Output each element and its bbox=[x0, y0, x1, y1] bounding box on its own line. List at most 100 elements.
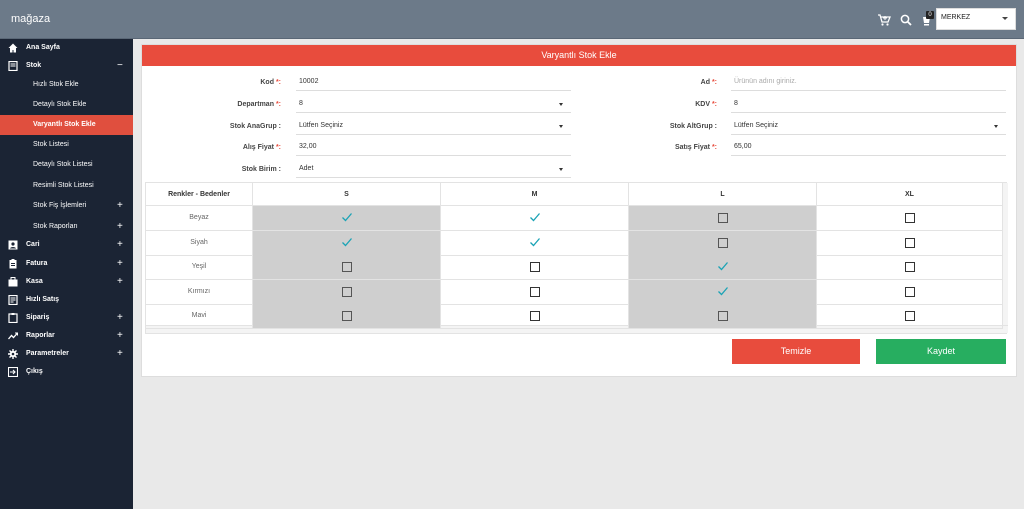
sidebar-item-quick-sale[interactable]: Hızlı Satış bbox=[0, 291, 133, 309]
anagrup-select[interactable]: Lütfen Seçiniz bbox=[296, 118, 571, 135]
variant-cell[interactable] bbox=[253, 279, 441, 305]
quick-sale-icon bbox=[8, 295, 18, 305]
kdv-input[interactable]: 8 bbox=[731, 96, 1006, 113]
variant-checkbox[interactable] bbox=[718, 237, 728, 248]
cart-icon[interactable] bbox=[877, 13, 891, 27]
collapse-icon[interactable]: − bbox=[117, 60, 123, 71]
variant-cell[interactable] bbox=[817, 279, 1003, 305]
expand-icon[interactable]: + bbox=[117, 221, 123, 232]
variant-checkbox[interactable] bbox=[342, 262, 352, 272]
sidebar-item-logout[interactable]: Çıkış bbox=[0, 363, 133, 381]
sidebar-item-order[interactable]: Sipariş + bbox=[0, 309, 133, 327]
expand-icon[interactable]: + bbox=[117, 312, 123, 323]
variant-cell[interactable] bbox=[441, 206, 629, 231]
variant-checkbox[interactable] bbox=[905, 311, 915, 321]
save-button[interactable]: Kaydet bbox=[876, 339, 1006, 364]
variant-cell[interactable] bbox=[817, 230, 1003, 256]
variant-checkbox[interactable] bbox=[905, 262, 915, 272]
alis-fiyat-input[interactable]: 32,00 bbox=[296, 139, 571, 156]
variant-cell[interactable] bbox=[253, 230, 441, 256]
clear-button[interactable]: Temizle bbox=[732, 339, 860, 364]
variant-checkbox[interactable] bbox=[718, 213, 728, 223]
sidebar-subitem-stock-reports[interactable]: Stok Raporları + bbox=[0, 217, 133, 237]
altgrup-label: Stok AltGrup : bbox=[669, 123, 717, 130]
cash-icon bbox=[8, 277, 18, 287]
variant-cell[interactable] bbox=[629, 304, 817, 329]
report-icon bbox=[8, 332, 18, 340]
size-header-l: L bbox=[629, 183, 817, 206]
variant-cell[interactable] bbox=[629, 255, 817, 280]
variant-cell[interactable] bbox=[441, 230, 629, 256]
sidebar-subitem-variant-stock[interactable]: Varyantlı Stok Ekle bbox=[0, 115, 133, 135]
expand-icon[interactable]: + bbox=[117, 200, 123, 211]
home-icon bbox=[8, 43, 18, 53]
grid-vertical-scrollbar[interactable] bbox=[1003, 183, 1008, 325]
size-header-xl: XL bbox=[817, 183, 1003, 206]
variant-checkbox[interactable] bbox=[905, 286, 915, 297]
grid-corner-header: Renkler - Bedenler bbox=[146, 183, 253, 206]
expand-icon[interactable]: + bbox=[117, 258, 123, 269]
variant-cell[interactable] bbox=[253, 255, 441, 280]
sidebar-item-invoice[interactable]: Fatura + bbox=[0, 255, 133, 273]
variant-checkbox[interactable] bbox=[342, 311, 352, 321]
checkmark-icon[interactable] bbox=[529, 211, 541, 223]
checkmark-icon[interactable] bbox=[717, 285, 729, 297]
sidebar-subitem-stock-slips[interactable]: Stok Fiş İşlemleri + bbox=[0, 196, 133, 216]
search-icon[interactable] bbox=[899, 13, 913, 27]
variant-cell[interactable] bbox=[629, 279, 817, 305]
stock-icon bbox=[8, 61, 18, 71]
sidebar-subitem-quick-stock[interactable]: Hızlı Stok Ekle bbox=[0, 75, 133, 95]
altgrup-select[interactable]: Lütfen Seçiniz bbox=[731, 118, 1006, 135]
sidebar-subitem-image-stock-list[interactable]: Resimli Stok Listesi bbox=[0, 176, 133, 196]
sidebar-item-cari[interactable]: Cari + bbox=[0, 236, 133, 254]
variant-cell[interactable] bbox=[629, 206, 817, 231]
checkmark-icon[interactable] bbox=[341, 236, 353, 248]
variant-cell[interactable] bbox=[253, 206, 441, 231]
expand-icon[interactable]: + bbox=[117, 276, 123, 287]
expand-icon[interactable]: + bbox=[117, 239, 123, 250]
kod-input[interactable]: 10002 bbox=[296, 74, 571, 91]
variant-grid: Renkler - Bedenler S M L XL Beyaz Siyah Yeşil Kı… bbox=[145, 182, 1008, 334]
variant-checkbox[interactable] bbox=[905, 237, 915, 248]
expand-icon[interactable]: + bbox=[117, 348, 123, 359]
checkmark-icon[interactable] bbox=[717, 260, 729, 272]
variant-checkbox[interactable] bbox=[530, 286, 540, 297]
invoice-icon bbox=[9, 259, 17, 269]
variant-checkbox[interactable] bbox=[905, 213, 915, 223]
sidebar-item-home[interactable]: Ana Sayfa bbox=[0, 39, 133, 57]
sidebar-subitem-detailed-stock[interactable]: Detaylı Stok Ekle bbox=[0, 95, 133, 115]
birim-select[interactable]: Adet bbox=[296, 161, 571, 178]
variant-checkbox[interactable] bbox=[718, 311, 728, 321]
departman-select[interactable]: 8 bbox=[296, 96, 571, 113]
sidebar-item-cash[interactable]: Kasa + bbox=[0, 273, 133, 291]
chevron-down-icon bbox=[994, 125, 998, 128]
checkmark-icon[interactable] bbox=[341, 211, 353, 223]
ad-input[interactable]: Ürünün adını giriniz. bbox=[731, 74, 1006, 91]
sidebar-subitem-stock-list[interactable]: Stok Listesi bbox=[0, 135, 133, 155]
sidebar-item-stock[interactable]: Stok − bbox=[0, 57, 133, 75]
chevron-down-icon bbox=[1002, 17, 1008, 20]
variant-checkbox[interactable] bbox=[530, 311, 540, 321]
variant-cell[interactable] bbox=[441, 279, 629, 305]
satis-fiyat-input[interactable]: 65,00 bbox=[731, 139, 1006, 156]
cart-count-badge: 0 bbox=[926, 11, 934, 19]
variant-cell[interactable] bbox=[817, 206, 1003, 231]
variant-cell[interactable] bbox=[629, 230, 817, 256]
brand-title[interactable]: mağaza bbox=[11, 13, 50, 25]
variant-cell[interactable] bbox=[441, 304, 629, 329]
variant-checkbox[interactable] bbox=[342, 286, 352, 297]
variant-cell[interactable] bbox=[817, 255, 1003, 280]
sidebar-item-reports[interactable]: Raporlar + bbox=[0, 327, 133, 345]
order-icon bbox=[8, 313, 18, 323]
variant-checkbox[interactable] bbox=[530, 262, 540, 272]
checkmark-icon[interactable] bbox=[529, 236, 541, 248]
sidebar-subitem-detailed-stock-list[interactable]: Detaylı Stok Listesi bbox=[0, 155, 133, 175]
variant-cell[interactable] bbox=[253, 304, 441, 329]
branch-select[interactable]: MERKEZ bbox=[936, 8, 1016, 30]
contact-icon bbox=[8, 240, 18, 250]
variant-stock-panel: Varyantlı Stok Ekle Kod *: 10002 Departm… bbox=[141, 44, 1017, 377]
variant-cell[interactable] bbox=[441, 255, 629, 280]
expand-icon[interactable]: + bbox=[117, 330, 123, 341]
sidebar-item-parameters[interactable]: Parametreler + bbox=[0, 345, 133, 363]
variant-cell[interactable] bbox=[817, 304, 1003, 329]
